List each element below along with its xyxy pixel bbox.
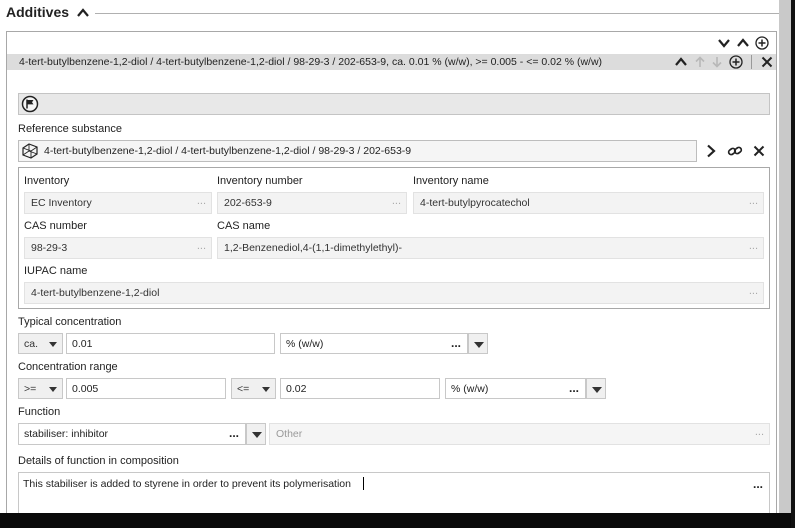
upper-value-input[interactable]: 0.02 <box>280 378 440 399</box>
flag-toolbar <box>18 93 770 115</box>
move-up-icon[interactable] <box>694 56 706 68</box>
range-unit-field[interactable]: % (w/w) ... <box>445 378 586 399</box>
cas-number-field: 98-29-3 ... <box>24 237 212 259</box>
inventory-label: Inventory <box>24 175 70 187</box>
inventory-name-ellipsis: ... <box>748 195 758 207</box>
cas-name-value: 1,2-Benzenediol,4-(1,1-dimethylethyl)- <box>224 242 403 254</box>
collapse-chevron-icon[interactable] <box>77 8 89 17</box>
cas-name-field: 1,2-Benzenediol,4-(1,1-dimethylethyl)- .… <box>217 237 764 259</box>
inventory-name-label: Inventory name <box>413 175 489 187</box>
typical-qualifier-select[interactable]: ca. <box>18 333 63 354</box>
flag-icon[interactable] <box>21 95 39 113</box>
clear-reference-icon[interactable] <box>753 145 765 157</box>
concentration-range-label: Concentration range <box>18 361 118 373</box>
function-dropdown[interactable] <box>246 423 266 445</box>
details-of-function-text: This stabiliser is added to styrene in o… <box>23 478 351 490</box>
chevron-down-icon <box>252 432 262 438</box>
upper-qualifier-value: <= <box>237 383 250 395</box>
inventory-value: EC Inventory <box>31 197 92 209</box>
reference-substance-label: Reference substance <box>18 123 122 135</box>
cas-name-ellipsis: ... <box>748 240 758 252</box>
chevron-down-icon <box>474 342 484 348</box>
inventory-field: EC Inventory ... <box>24 192 212 214</box>
delete-row-icon[interactable] <box>761 56 773 68</box>
inventory-number-ellipsis: ... <box>391 195 401 207</box>
section-divider <box>95 13 790 14</box>
chevron-down-icon <box>262 387 270 392</box>
chevron-down-icon <box>49 342 57 347</box>
inventory-ellipsis: ... <box>196 195 206 207</box>
add-block-icon[interactable] <box>755 36 769 50</box>
row-separator <box>751 55 752 69</box>
link-icon[interactable] <box>727 144 743 158</box>
open-reference-icon[interactable] <box>706 144 716 158</box>
lower-qualifier-value: >= <box>24 383 37 395</box>
iupac-name-label: IUPAC name <box>24 265 88 277</box>
iupac-name-ellipsis: ... <box>748 285 758 297</box>
function-other-placeholder: Other <box>276 428 303 440</box>
function-value: stabiliser: inhibitor <box>24 428 109 440</box>
function-ellipsis[interactable]: ... <box>229 424 239 444</box>
details-of-function-ellipsis[interactable]: ... <box>753 477 763 491</box>
function-other-field[interactable]: Other ... <box>269 423 770 445</box>
move-down-icon[interactable] <box>711 56 723 68</box>
typical-unit-field[interactable]: % (w/w) ... <box>280 333 468 354</box>
section-title: Additives <box>6 4 70 20</box>
move-up-all-icon[interactable] <box>737 38 749 48</box>
inventory-number-field: 202-653-9 ... <box>217 192 407 214</box>
typical-qualifier-value: ca. <box>24 338 39 350</box>
iupac-name-field: 4-tert-butylbenzene-1,2-diol ... <box>24 282 764 304</box>
lower-value-input[interactable]: 0.005 <box>66 378 226 399</box>
typical-unit-dropdown[interactable] <box>468 333 488 354</box>
add-row-icon[interactable] <box>729 55 743 69</box>
move-down-all-icon[interactable] <box>718 38 730 48</box>
cas-name-label: CAS name <box>217 220 271 232</box>
typical-concentration-label: Typical concentration <box>18 316 122 328</box>
inventory-number-label: Inventory number <box>217 175 303 187</box>
collapse-row-icon[interactable] <box>675 57 687 66</box>
chevron-down-icon <box>49 387 57 392</box>
typical-unit-ellipsis[interactable]: ... <box>451 334 461 353</box>
bottom-edge <box>0 513 795 528</box>
chevron-down-icon <box>592 387 602 393</box>
inventory-name-value: 4-tert-butylpyrocatechol <box>420 197 530 209</box>
right-edge <box>791 0 795 528</box>
range-unit-dropdown[interactable] <box>586 378 606 399</box>
details-of-function-label: Details of function in composition <box>18 455 179 467</box>
inventory-number-value: 202-653-9 <box>224 197 272 209</box>
iupac-name-value: 4-tert-butylbenzene-1,2-diol <box>31 287 160 299</box>
substance-structure-icon <box>21 142 39 160</box>
lower-qualifier-select[interactable]: >= <box>18 378 63 399</box>
typical-unit-value: % (w/w) <box>286 338 324 350</box>
cas-number-ellipsis: ... <box>196 240 206 252</box>
function-field[interactable]: stabiliser: inhibitor ... <box>18 423 246 445</box>
function-label: Function <box>18 406 61 418</box>
block-row-summary: 4-tert-butylbenzene-1,2-diol / 4-tert-bu… <box>19 56 603 68</box>
range-unit-value: % (w/w) <box>451 383 489 395</box>
cas-number-value: 98-29-3 <box>31 242 68 254</box>
inventory-name-field: 4-tert-butylpyrocatechol ... <box>413 192 764 214</box>
typical-value-input[interactable]: 0.01 <box>66 333 275 354</box>
function-other-ellipsis: ... <box>754 426 764 438</box>
text-cursor <box>363 477 364 490</box>
cas-number-label: CAS number <box>24 220 87 232</box>
reference-substance-value: 4-tert-butylbenzene-1,2-diol / 4-tert-bu… <box>44 145 412 157</box>
range-unit-ellipsis[interactable]: ... <box>569 379 579 398</box>
upper-qualifier-select[interactable]: <= <box>231 378 276 399</box>
